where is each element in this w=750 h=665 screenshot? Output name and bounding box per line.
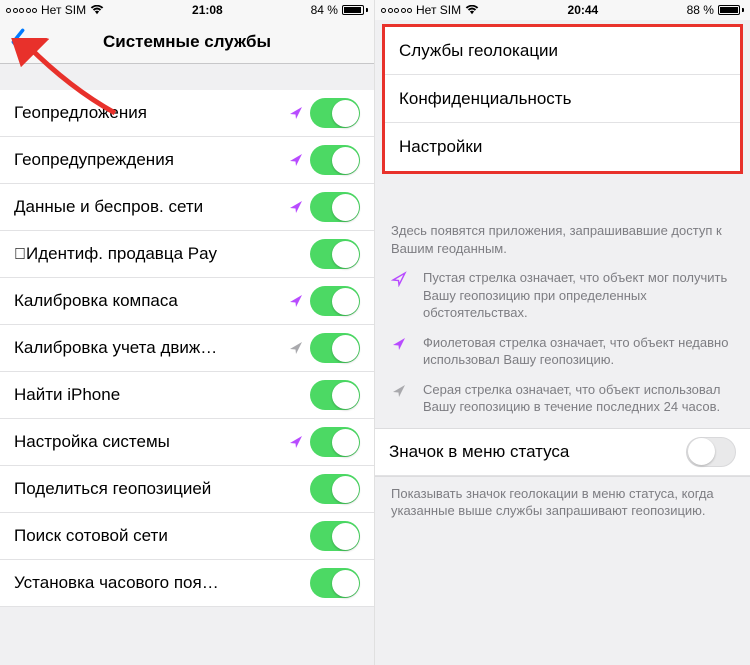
status-icon-row: Значок в меню статуса xyxy=(375,429,750,476)
page-title: Системные службы xyxy=(103,32,271,52)
description-block: Здесь появятся приложения, запрашивавшие… xyxy=(375,214,750,428)
settings-row: Настройка системы xyxy=(0,419,374,466)
breadcrumb-label: Настройки xyxy=(399,137,482,157)
settings-row: Установка часового поя… xyxy=(0,560,374,607)
battery-icon xyxy=(342,5,368,15)
status-bar: Нет SIM 21:08 84 % xyxy=(0,0,374,20)
nav-bar: Системные службы xyxy=(0,20,374,64)
settings-row: Геопредложения xyxy=(0,90,374,137)
breadcrumb-label: Службы геолокации xyxy=(399,41,558,61)
settings-row: Калибровка учета движ… xyxy=(0,325,374,372)
back-button[interactable] xyxy=(8,28,28,56)
toggle-switch[interactable] xyxy=(310,98,360,128)
settings-row: Поделиться геопозицией xyxy=(0,466,374,513)
row-label: Установка часового поя… xyxy=(14,573,310,593)
wifi-icon xyxy=(90,5,104,15)
settings-row: Геопредупреждения xyxy=(0,137,374,184)
settings-row: Найти iPhone xyxy=(0,372,374,419)
carrier-label: Нет SIM xyxy=(416,3,461,17)
location-arrow-icon xyxy=(288,199,304,215)
breadcrumb-callout: Службы геолокации Конфиденциальность Нас… xyxy=(382,24,743,174)
toggle-switch[interactable] xyxy=(310,521,360,551)
settings-row: Идентиф. продавца Pay xyxy=(0,231,374,278)
description-intro: Здесь появятся приложения, запрашивавшие… xyxy=(391,222,734,257)
battery-pct-label: 88 % xyxy=(687,3,714,17)
legend-row: Фиолетовая стрелка означает, что объект … xyxy=(391,334,734,369)
status-icon-description: Показывать значок геолокации в меню стат… xyxy=(375,477,750,532)
wifi-icon xyxy=(465,5,479,15)
settings-row: Калибровка компаса xyxy=(0,278,374,325)
settings-row: Поиск сотовой сети xyxy=(0,513,374,560)
toggle-switch[interactable] xyxy=(310,427,360,457)
legend-text: Серая стрелка означает, что объект испол… xyxy=(423,381,734,416)
row-label: Идентиф. продавца Pay xyxy=(14,244,310,264)
settings-list: Геопредложения Геопредупреждения Данные и … xyxy=(0,90,374,607)
location-arrow-icon xyxy=(391,383,407,399)
row-label: Геопредупреждения xyxy=(14,150,288,170)
row-label: Геопредложения xyxy=(14,103,288,123)
breadcrumb-item[interactable]: Службы геолокации xyxy=(385,27,740,75)
row-label: Калибровка компаса xyxy=(14,291,288,311)
clock-label: 21:08 xyxy=(192,3,223,17)
row-label: Поделиться геопозицией xyxy=(14,479,310,499)
toggle-switch[interactable] xyxy=(686,437,736,467)
battery-pct-label: 84 % xyxy=(311,3,338,17)
legend-text: Фиолетовая стрелка означает, что объект … xyxy=(423,334,734,369)
location-arrow-icon xyxy=(288,152,304,168)
location-arrow-icon xyxy=(391,271,407,287)
toggle-switch[interactable] xyxy=(310,239,360,269)
toggle-switch[interactable] xyxy=(310,333,360,363)
location-arrow-icon xyxy=(288,340,304,356)
toggle-switch[interactable] xyxy=(310,286,360,316)
location-arrow-icon xyxy=(288,293,304,309)
toggle-switch[interactable] xyxy=(310,568,360,598)
settings-row: Данные и беспров. сети xyxy=(0,184,374,231)
breadcrumb-item[interactable]: Конфиденциальность xyxy=(385,75,740,123)
signal-dots-icon xyxy=(381,8,412,13)
location-arrow-icon xyxy=(288,434,304,450)
carrier-label: Нет SIM xyxy=(41,3,86,17)
row-label: Калибровка учета движ… xyxy=(14,338,288,358)
row-label: Данные и беспров. сети xyxy=(14,197,288,217)
status-bar: Нет SIM 20:44 88 % xyxy=(375,0,750,20)
location-arrow-icon xyxy=(391,336,407,352)
right-phone: Нет SIM 20:44 88 % Службы геолокации Кон… xyxy=(375,0,750,665)
toggle-switch[interactable] xyxy=(310,192,360,222)
signal-dots-icon xyxy=(6,8,37,13)
toggle-switch[interactable] xyxy=(310,145,360,175)
legend-row: Серая стрелка означает, что объект испол… xyxy=(391,381,734,416)
breadcrumb-label: Конфиденциальность xyxy=(399,89,571,109)
left-phone: Нет SIM 21:08 84 % Системные службы Геоп… xyxy=(0,0,375,665)
breadcrumb-item[interactable]: Настройки xyxy=(385,123,740,171)
legend-text: Пустая стрелка означает, что объект мог … xyxy=(423,269,734,322)
toggle-switch[interactable] xyxy=(310,380,360,410)
row-label: Поиск сотовой сети xyxy=(14,526,310,546)
row-label: Значок в меню статуса xyxy=(389,442,686,462)
location-arrow-icon xyxy=(288,105,304,121)
row-label: Найти iPhone xyxy=(14,385,310,405)
legend-row: Пустая стрелка означает, что объект мог … xyxy=(391,269,734,322)
clock-label: 20:44 xyxy=(568,3,599,17)
row-label: Настройка системы xyxy=(14,432,288,452)
toggle-switch[interactable] xyxy=(310,474,360,504)
battery-icon xyxy=(718,5,744,15)
